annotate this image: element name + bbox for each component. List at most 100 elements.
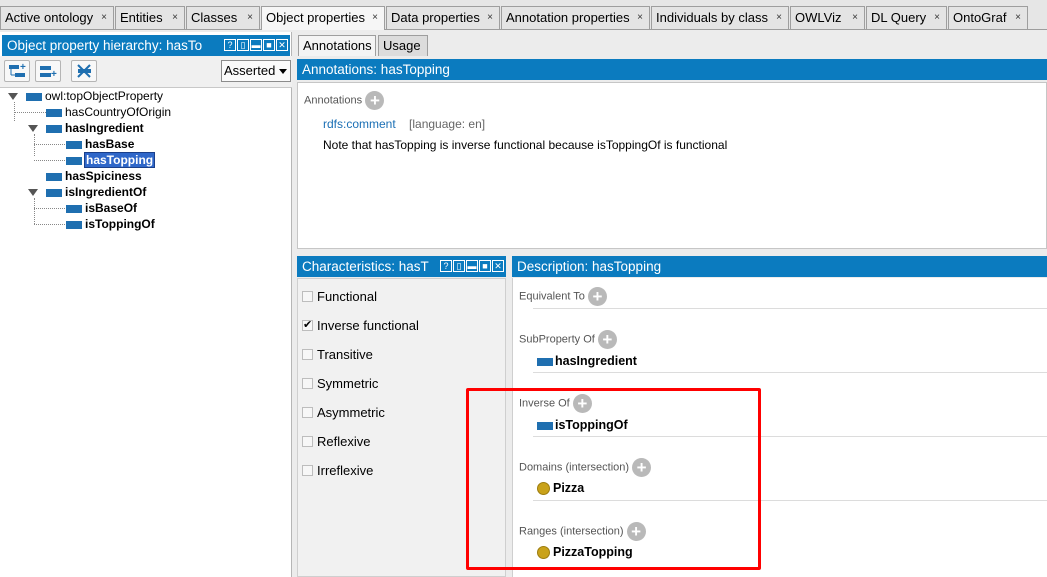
hierarchy-header: Object property hierarchy: hasTo ? ▯ ▬ ■… xyxy=(2,35,290,56)
tree-item-isingredientof[interactable]: isIngredientOf xyxy=(46,184,146,200)
main-tab-bar: Active ontology × Entities × Classes × Obje… xyxy=(0,0,1047,30)
tab-individuals-by-class[interactable]: Individuals by class × xyxy=(651,6,789,29)
tree-connector xyxy=(34,208,65,209)
tree-item-hasingredient[interactable]: hasIngredient xyxy=(46,120,144,136)
tree-item-istoppingof[interactable]: isToppingOf xyxy=(66,216,155,232)
hierarchy-title: Object property hierarchy: hasTo xyxy=(7,38,203,53)
add-subproperty-button[interactable]: + xyxy=(597,330,617,349)
tab-entities[interactable]: Entities × xyxy=(115,6,185,29)
tree-item-hasbase[interactable]: hasBase xyxy=(66,136,134,152)
close-icon[interactable]: × xyxy=(487,7,493,28)
maximize-icon[interactable]: ■ xyxy=(479,260,491,272)
annotations-label: Annotations xyxy=(304,94,363,107)
annotation-row[interactable]: rdfs:comment [language: en] xyxy=(323,117,485,131)
annotations-panel: Annotations + rdfs:comment [language: en… xyxy=(297,82,1047,249)
close-icon[interactable]: × xyxy=(852,7,858,28)
minimize-icon[interactable]: ▬ xyxy=(250,39,262,51)
help-icon[interactable]: ? xyxy=(224,39,236,51)
reasoner-mode-value: Asserted xyxy=(224,63,276,78)
svg-text:+: + xyxy=(51,69,57,80)
object-property-icon xyxy=(66,140,82,149)
close-icon[interactable]: × xyxy=(1015,7,1021,28)
help-icon[interactable]: ? xyxy=(440,260,452,272)
description-title: Description: hasTopping xyxy=(517,259,662,274)
view-controls: ? ▯ ▬ ■ ✕ xyxy=(440,260,504,272)
close-icon[interactable]: × xyxy=(637,7,643,28)
add-equivalent-button[interactable]: + xyxy=(587,287,607,306)
highlight-box xyxy=(466,388,761,570)
subproperty-of-label: SubProperty Of xyxy=(519,333,595,346)
close-icon[interactable]: × xyxy=(776,7,782,28)
object-property-icon xyxy=(66,204,82,213)
tree-connector xyxy=(34,144,65,145)
expand-triangle-icon[interactable] xyxy=(8,93,18,100)
minimize-icon[interactable]: ▬ xyxy=(466,260,478,272)
hierarchy-toolbar: + + Asserted xyxy=(0,56,292,88)
tree-connector xyxy=(14,112,46,113)
subtab-usage[interactable]: Usage xyxy=(378,35,428,56)
add-sibling-property-icon: + xyxy=(40,66,57,80)
tree-item-hasspiciness[interactable]: hasSpiciness xyxy=(46,168,142,184)
tree-connector xyxy=(34,224,65,225)
object-property-icon xyxy=(46,108,62,117)
tree-connector xyxy=(34,134,35,156)
checkbox[interactable] xyxy=(302,407,313,418)
delete-property-icon xyxy=(77,64,91,78)
tab-owlviz[interactable]: OWLViz × xyxy=(790,6,865,29)
divider xyxy=(533,308,1047,309)
object-property-icon xyxy=(46,188,62,197)
add-sub-property-button[interactable]: + xyxy=(4,60,30,82)
object-property-icon xyxy=(66,156,82,165)
tab-object-properties[interactable]: Object properties × xyxy=(261,6,385,30)
description-header: Description: hasTopping xyxy=(512,256,1047,277)
expand-triangle-icon[interactable] xyxy=(28,125,38,132)
tree-item-hascountryoforigin[interactable]: hasCountryOfOrigin xyxy=(46,104,171,120)
equivalent-to-section: Equivalent To + xyxy=(519,287,607,306)
close-icon[interactable]: × xyxy=(247,7,253,28)
tree-item-hastopping[interactable]: hasTopping xyxy=(66,152,156,168)
tab-dl-query[interactable]: DL Query × xyxy=(866,6,947,29)
annotation-property: rdfs:comment xyxy=(323,117,396,131)
checkbox[interactable] xyxy=(302,378,313,389)
equivalent-to-label: Equivalent To xyxy=(519,290,585,303)
maximize-icon[interactable]: ■ xyxy=(263,39,275,51)
add-sub-property-icon: + xyxy=(9,62,26,77)
subproperty-item[interactable]: hasIngredient xyxy=(537,354,637,368)
checkbox[interactable] xyxy=(302,349,313,360)
checkbox[interactable] xyxy=(302,291,313,302)
close-icon[interactable]: × xyxy=(101,7,107,28)
object-property-icon xyxy=(66,220,82,229)
expand-triangle-icon[interactable] xyxy=(28,189,38,196)
add-sibling-property-button[interactable]: + xyxy=(35,60,61,82)
object-property-hierarchy-panel: Object property hierarchy: hasTo ? ▯ ▬ ■… xyxy=(0,32,292,577)
tree-connector xyxy=(34,198,35,224)
reasoner-mode-select[interactable]: Asserted xyxy=(221,60,291,82)
checkbox-checked[interactable]: ✔ xyxy=(302,320,313,331)
subtab-annotations[interactable]: Annotations xyxy=(298,35,376,56)
annotations-header: Annotations: hasTopping xyxy=(297,59,1047,80)
annotations-section: Annotations + xyxy=(304,91,385,110)
tab-classes[interactable]: Classes × xyxy=(186,6,260,29)
characteristics-header: Characteristics: hasT ? ▯ ▬ ■ ✕ xyxy=(297,256,506,277)
close-icon[interactable]: × xyxy=(372,7,378,28)
add-annotation-button[interactable]: + xyxy=(365,91,385,110)
svg-text:+: + xyxy=(20,62,26,73)
tab-active-ontology[interactable]: Active ontology × xyxy=(0,6,114,29)
tab-annotation-properties[interactable]: Annotation properties × xyxy=(501,6,650,29)
tree-item-topobjectproperty[interactable]: owl:topObjectProperty xyxy=(26,88,163,104)
tree-item-isbaseof[interactable]: isBaseOf xyxy=(66,200,137,216)
object-property-icon xyxy=(26,92,42,101)
close-view-icon[interactable]: ✕ xyxy=(492,260,504,272)
close-view-icon[interactable]: ✕ xyxy=(276,39,288,51)
close-icon[interactable]: × xyxy=(934,7,940,28)
close-icon[interactable]: × xyxy=(172,7,178,28)
split-view-icon[interactable]: ▯ xyxy=(453,260,465,272)
divider xyxy=(533,372,1047,373)
checkbox[interactable] xyxy=(302,465,313,476)
view-controls: ? ▯ ▬ ■ ✕ xyxy=(224,39,288,51)
checkbox[interactable] xyxy=(302,436,313,447)
tab-ontograf[interactable]: OntoGraf × xyxy=(948,6,1028,29)
tab-data-properties[interactable]: Data properties × xyxy=(386,6,500,29)
delete-property-button[interactable] xyxy=(71,60,97,82)
split-view-icon[interactable]: ▯ xyxy=(237,39,249,51)
